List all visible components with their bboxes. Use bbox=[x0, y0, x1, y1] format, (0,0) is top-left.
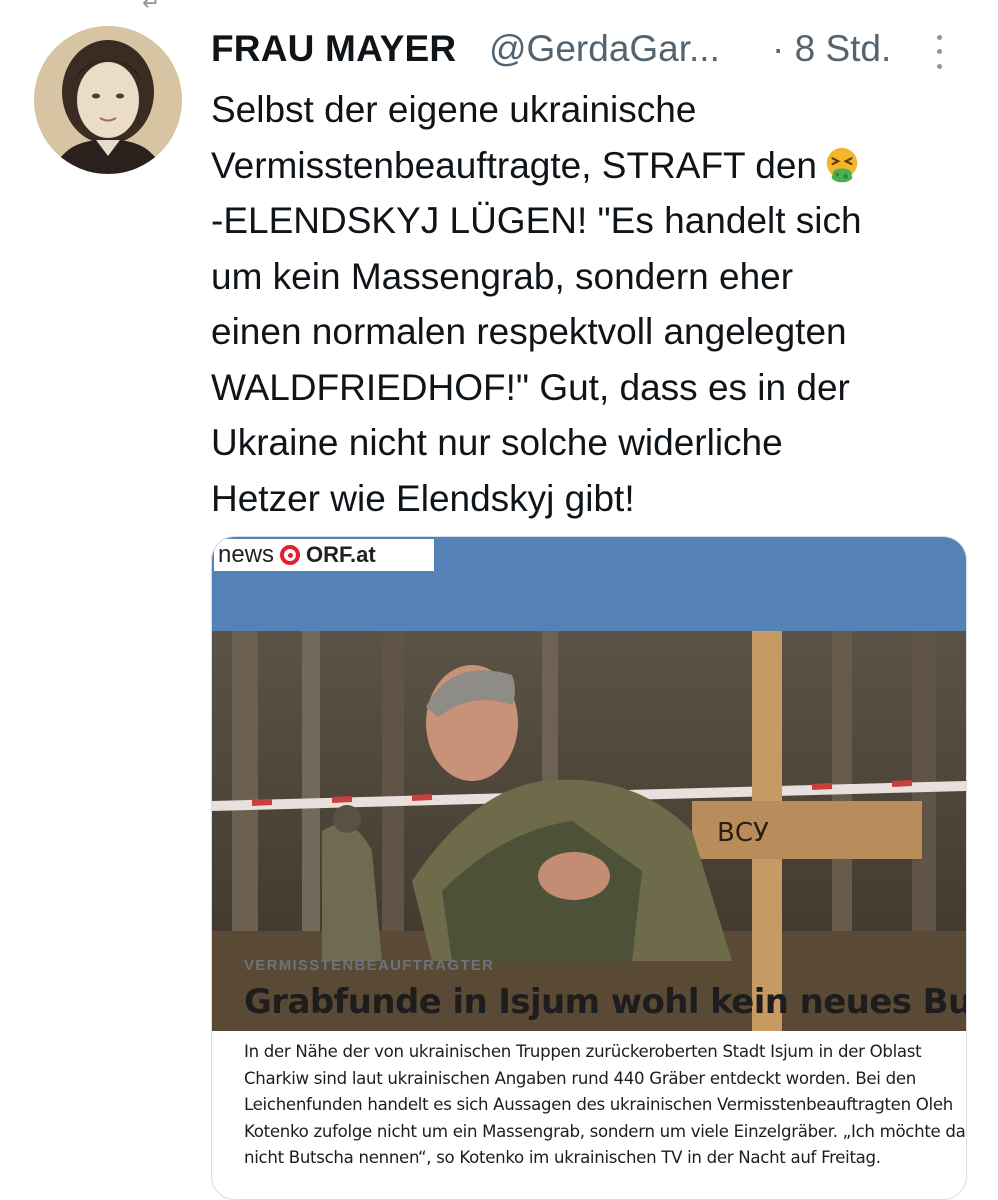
orf-ring-icon bbox=[280, 545, 301, 565]
teaser-line: Leichenfunden handelt es sich Aussagen d… bbox=[244, 1095, 953, 1114]
more-dot-icon bbox=[936, 64, 942, 70]
more-dot-icon bbox=[936, 49, 942, 55]
tweet-text-line: -ELENDSKYJ LÜGEN! "Es handelt sich bbox=[211, 200, 862, 241]
tweet-text-line: einen normalen respektvoll angelegten bbox=[211, 311, 847, 352]
avatar[interactable] bbox=[34, 26, 182, 174]
article-kicker: VERMISSTENBEAUFTRAGTER bbox=[244, 957, 495, 974]
orf-logo-name: ORF.at bbox=[306, 542, 376, 567]
reply-thread-icon: ↵ bbox=[142, 0, 161, 15]
tweet-header: FRAU MAYER @GerdaGar... · 8 Std. bbox=[211, 28, 968, 76]
tweet-timestamp[interactable]: · 8 Std. bbox=[772, 28, 891, 70]
tweet-text-segment: Vermisstenbeauftragte, STRAFT den bbox=[211, 144, 818, 186]
tweet-text-line: Vermisstenbeauftragte, STRAFT den bbox=[211, 138, 971, 194]
orf-logo: news ORF.at bbox=[214, 539, 434, 571]
avatar-portrait-image bbox=[34, 26, 182, 174]
article-headline[interactable]: Grabfunde in Isjum wohl kein neues Butsc… bbox=[244, 982, 966, 1022]
tweet-text: Selbst der eigene ukrainische Vermissten… bbox=[211, 82, 971, 526]
teaser-line: nicht Butscha nennen“, so Kotenko im ukr… bbox=[244, 1148, 881, 1167]
more-options-button[interactable] bbox=[929, 30, 949, 74]
article-teaser: In der Nähe der von ukrainischen Truppen… bbox=[244, 1039, 967, 1172]
teaser-line: Kotenko zufolge nicht um ein Massengrab,… bbox=[244, 1121, 967, 1141]
tweet-text-line: Selbst der eigene ukrainische bbox=[211, 89, 697, 130]
link-preview-card[interactable]: news ORF.at ВСУ VERMISSTENBEAUFTRAGTER G… bbox=[211, 536, 967, 1200]
more-dot-icon bbox=[936, 34, 942, 40]
card-header-bar: news ORF.at bbox=[212, 537, 966, 631]
nauseated-face-icon bbox=[826, 147, 858, 182]
teaser-line: In der Nähe der von ukrainischen Truppen… bbox=[244, 1042, 922, 1061]
tweet-text-line: WALDFRIEDHOF!" Gut, dass es in der bbox=[211, 366, 850, 408]
teaser-line: Charkiw sind laut ukrainischen Angaben r… bbox=[244, 1068, 916, 1088]
orf-logo-news: news bbox=[218, 541, 275, 568]
grave-sign-text: ВСУ bbox=[717, 818, 769, 848]
tweet-text-line: Ukraine nicht nur solche widerliche bbox=[211, 422, 783, 463]
tweet-text-line: um kein Massengrab, sondern eher bbox=[211, 255, 794, 297]
tweet-text-line: Hetzer wie Elendskyj gibt! bbox=[211, 477, 635, 519]
author-name[interactable]: FRAU MAYER bbox=[211, 28, 456, 70]
author-handle[interactable]: @GerdaGar... bbox=[489, 28, 720, 70]
